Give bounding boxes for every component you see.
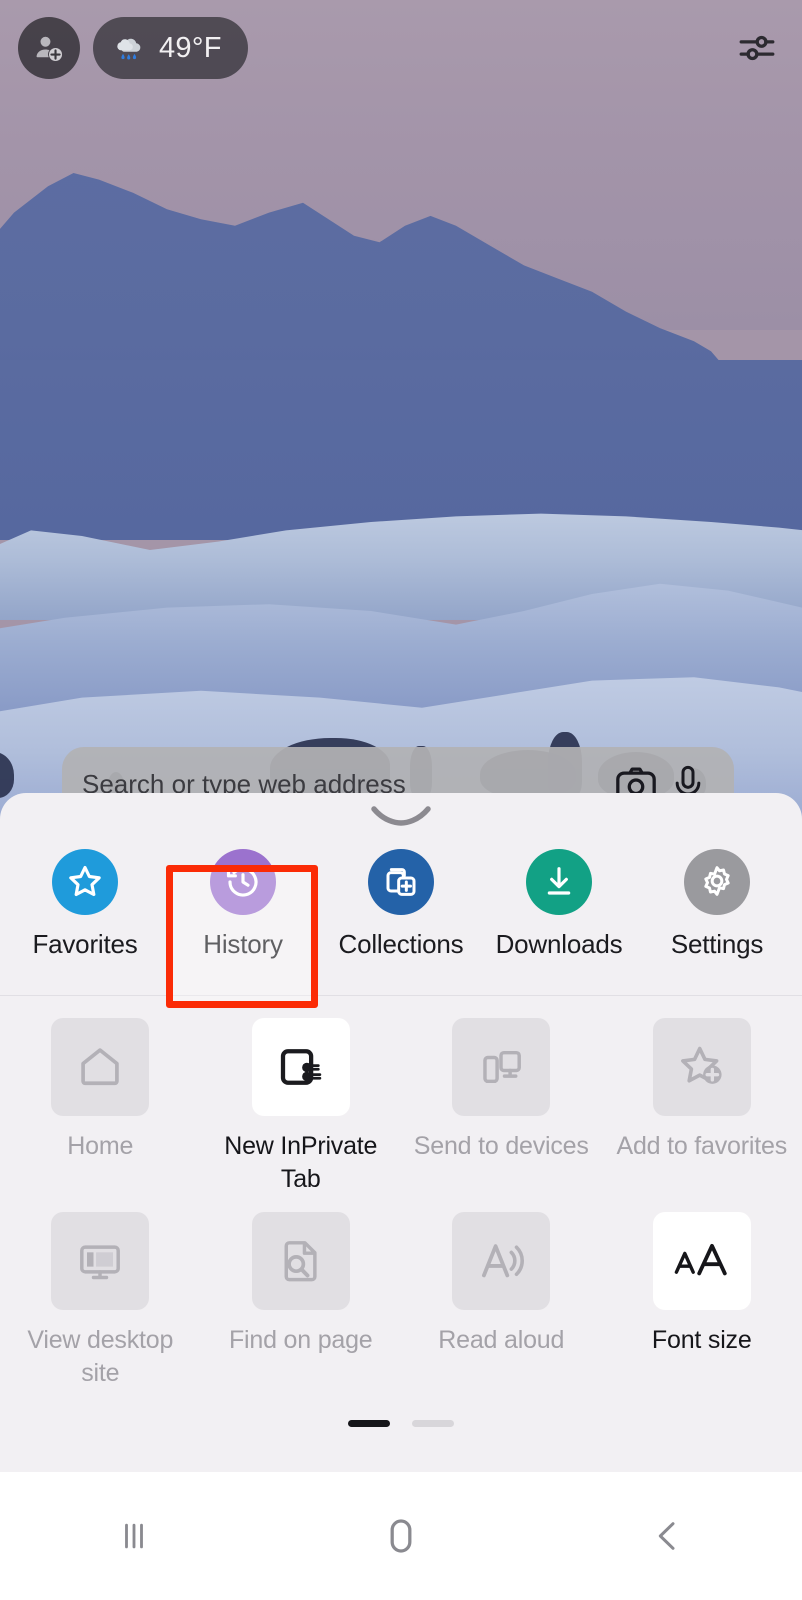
sliders-icon [736, 27, 778, 69]
collections-add-icon [381, 862, 421, 902]
read-aloud-icon [474, 1234, 528, 1288]
quick-action-downloads[interactable]: Downloads [480, 839, 638, 995]
recents-icon [114, 1516, 154, 1556]
nav-back-button[interactable] [535, 1472, 802, 1600]
menu-tile [251, 1212, 350, 1310]
quick-action-label: Settings [670, 929, 764, 959]
nav-recents-button[interactable] [0, 1472, 267, 1600]
nav-home-button[interactable] [267, 1472, 534, 1600]
menu-grid: Home New InPrivate Tab Send to devices A… [0, 996, 802, 1427]
menu-item-label: View desktop site [27, 1326, 174, 1387]
profile-add-button[interactable] [18, 17, 80, 79]
menu-tile [251, 1018, 350, 1116]
menu-item-label: Read aloud [438, 1326, 565, 1354]
weather-temperature: 49°F [159, 31, 222, 64]
quick-action-favorites[interactable]: Favorites [6, 839, 164, 995]
page-indicator [0, 1420, 802, 1427]
weather-chip[interactable]: 49°F [93, 17, 248, 79]
android-nav-bar [0, 1472, 802, 1600]
menu-tile [652, 1212, 751, 1310]
history-badge [210, 849, 276, 915]
menu-tile [652, 1018, 751, 1116]
menu-grid-row: Home New InPrivate Tab Send to devices A… [0, 1018, 802, 1212]
back-chevron-icon [648, 1516, 688, 1556]
find-page-icon [275, 1235, 327, 1287]
status-top-bar: 49°F [0, 0, 802, 96]
drag-handle-chevron-icon [368, 805, 434, 827]
favorites-badge [52, 849, 118, 915]
menu-item-read-aloud[interactable]: Read aloud [401, 1212, 602, 1390]
quick-actions-row: Favorites History Collections Downloads … [0, 839, 802, 1008]
quick-action-label: History [203, 929, 283, 959]
menu-item-view-desktop-site[interactable]: View desktop site [0, 1212, 201, 1390]
menu-item-label: Font size [651, 1326, 752, 1354]
rain-cloud-icon [111, 32, 149, 64]
wallpaper [0, 0, 802, 820]
quick-action-history[interactable]: History [164, 839, 322, 995]
history-clock-icon [223, 862, 263, 902]
mountain-base [0, 360, 802, 540]
menu-item-label: Add to favorites [616, 1132, 787, 1160]
desktop-monitor-icon [74, 1235, 126, 1287]
menu-tile [452, 1212, 551, 1310]
star-add-icon [675, 1040, 729, 1094]
menu-tile [51, 1018, 150, 1116]
menu-item-label: Home [67, 1132, 134, 1160]
inprivate-tab-icon [274, 1040, 328, 1094]
sheet-drag-handle[interactable] [0, 793, 802, 839]
quick-action-label: Downloads [495, 929, 623, 959]
quick-action-collections[interactable]: Collections [322, 839, 480, 995]
quick-action-label: Collections [338, 929, 464, 959]
menu-item-label: Send to devices [413, 1132, 589, 1160]
menu-item-send-to-devices[interactable]: Send to devices [401, 1018, 602, 1196]
page-dot-2[interactable] [412, 1420, 454, 1427]
send-to-devices-icon [475, 1041, 527, 1093]
browser-menu-sheet: Favorites History Collections Downloads … [0, 793, 802, 1472]
collections-badge [368, 849, 434, 915]
menu-item-home[interactable]: Home [0, 1018, 201, 1196]
menu-item-add-to-favorites[interactable]: Add to favorites [602, 1018, 802, 1196]
font-size-icon [672, 1235, 732, 1287]
home-pill-icon [378, 1513, 424, 1559]
menu-item-label: Find on page [228, 1326, 373, 1354]
vegetation [0, 752, 14, 798]
page-dot-1[interactable] [348, 1420, 390, 1427]
menu-grid-row: View desktop site Find on page Read alou… [0, 1212, 802, 1406]
menu-tile [452, 1018, 551, 1116]
menu-item-label: New InPrivate Tab [224, 1132, 378, 1193]
star-icon [65, 862, 105, 902]
menu-item-new-inprivate-tab[interactable]: New InPrivate Tab [201, 1018, 402, 1196]
gear-icon [697, 862, 737, 902]
settings-badge [684, 849, 750, 915]
menu-item-font-size[interactable]: Font size [602, 1212, 802, 1390]
menu-item-find-on-page[interactable]: Find on page [201, 1212, 402, 1390]
menu-tile [51, 1212, 150, 1310]
downloads-badge [526, 849, 592, 915]
customize-button[interactable] [730, 21, 784, 75]
person-add-icon [32, 31, 66, 65]
download-arrow-icon [539, 862, 579, 902]
quick-action-settings[interactable]: Settings [638, 839, 796, 995]
quick-action-label: Favorites [32, 929, 138, 959]
home-icon [74, 1041, 126, 1093]
